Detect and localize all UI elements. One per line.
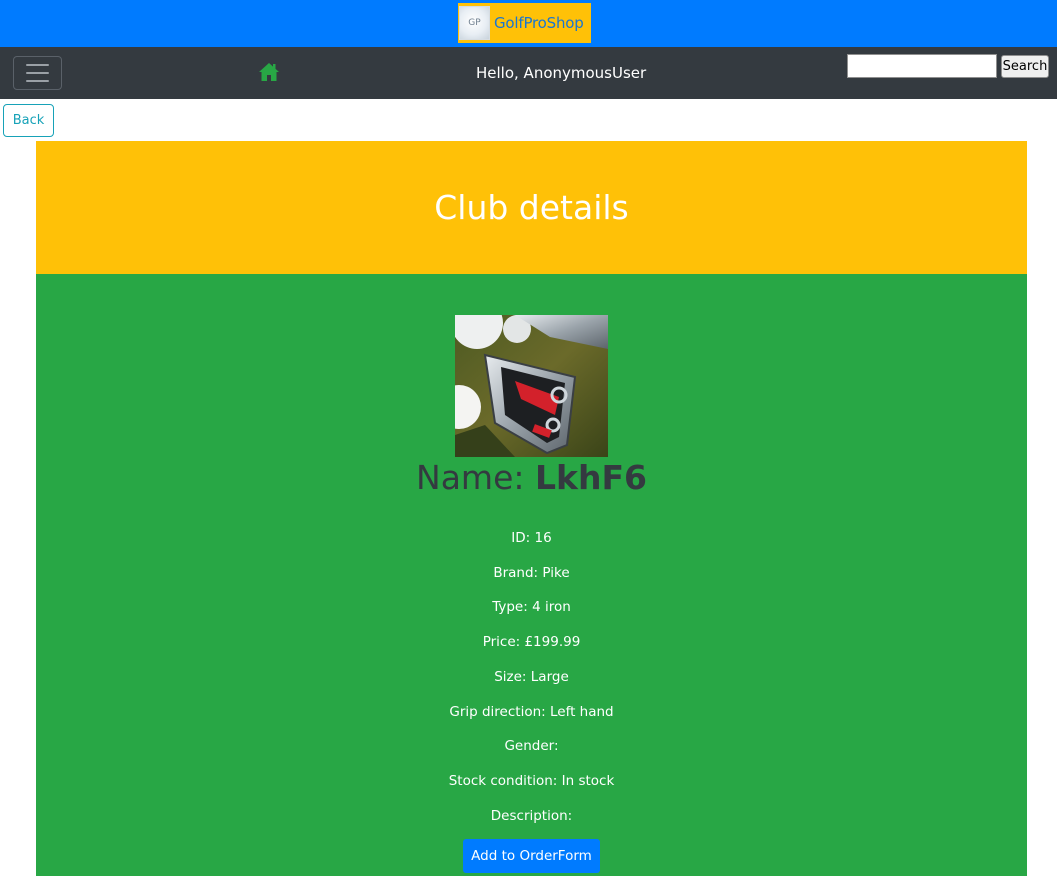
add-to-order-button[interactable]: Add to OrderForm <box>463 839 600 873</box>
club-id: ID: 16 <box>511 530 552 546</box>
search-input[interactable] <box>847 54 997 78</box>
club-details-panel: Name: LkhF6 ID: 16 Brand: Pike Type: 4 i… <box>36 274 1027 876</box>
club-stock-condition: Stock condition: In stock <box>448 773 615 789</box>
brand-bar: GP GolfProShop <box>0 0 1057 47</box>
club-image <box>455 315 608 457</box>
navbar: Hello, AnonymousUser Search <box>0 47 1057 99</box>
club-grip-direction: Grip direction: Left hand <box>449 704 614 720</box>
club-name-label: Name: <box>416 458 535 497</box>
home-icon[interactable] <box>258 62 280 82</box>
golf-ball-logo: GP <box>459 6 490 40</box>
brand-name: GolfProShop <box>494 14 584 32</box>
club-price: Price: £199.99 <box>482 634 581 650</box>
club-brand: Brand: Pike <box>493 565 570 581</box>
club-gender: Gender: <box>504 738 559 754</box>
greeting-text: Hello, AnonymousUser <box>476 64 647 82</box>
club-name-value: LkhF6 <box>534 458 647 497</box>
club-type: Type: 4 iron <box>492 599 571 615</box>
club-name-heading: Name: LkhF6 <box>36 458 1027 497</box>
brand-link[interactable]: GP GolfProShop <box>458 3 591 43</box>
search-button[interactable]: Search <box>1001 55 1049 78</box>
club-description: Description: <box>490 808 573 824</box>
header-panel: Club details <box>36 141 1027 274</box>
back-button[interactable]: Back <box>3 104 54 137</box>
menu-toggle-button[interactable] <box>13 56 62 90</box>
club-size: Size: Large <box>494 669 569 685</box>
hamburger-icon <box>26 64 49 66</box>
page-title: Club details <box>434 188 629 227</box>
